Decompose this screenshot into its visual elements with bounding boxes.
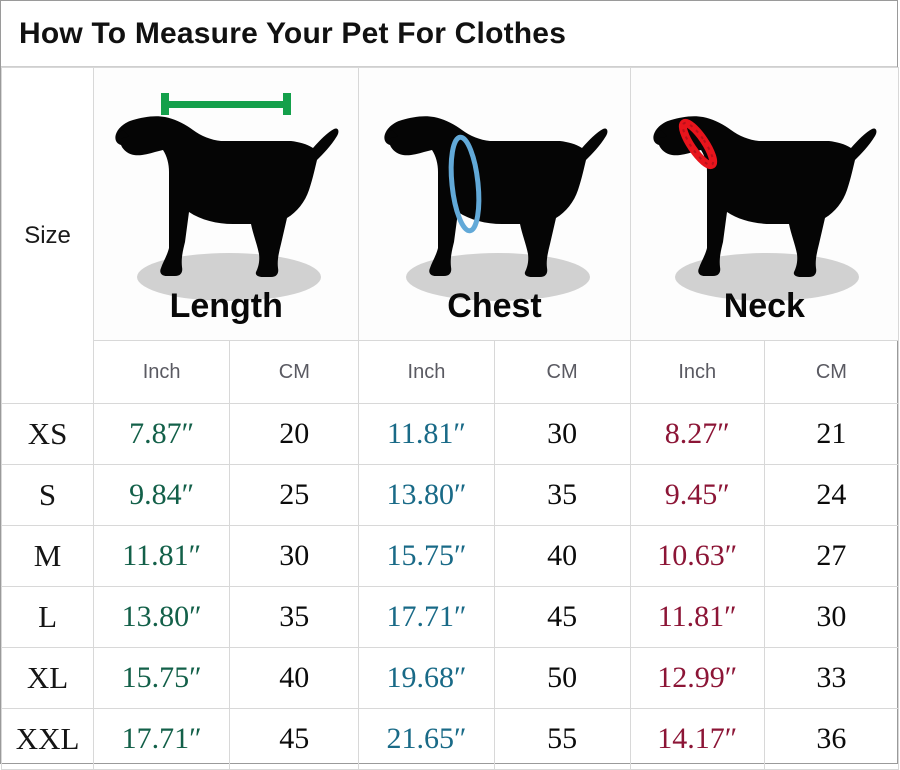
dog-silhouette-neck-icon [653, 116, 877, 301]
length-cm-value: 20 [229, 403, 360, 465]
chest-cm-value: 55 [493, 708, 631, 770]
size-chart-table: Size Length Chest Neck Inch CM Inch CM I… [0, 67, 900, 770]
chest-cm-value: 45 [493, 586, 631, 648]
size-label: XS [0, 403, 95, 465]
dog-silhouette-chest-icon [383, 116, 607, 301]
table-row: XL 15.75″ 40 19.68″ 50 12.99″ 33 [0, 647, 900, 709]
unit-header-neck-inch: Inch [629, 340, 765, 404]
length-cm-value: 30 [229, 525, 360, 587]
length-cm-value: 45 [229, 708, 360, 770]
length-inch-value: 11.81″ [93, 525, 231, 587]
chest-cm-value: 30 [493, 403, 631, 465]
length-inch-value: 17.71″ [93, 708, 231, 770]
diagram-length: Length [94, 68, 358, 340]
length-cm-value: 35 [229, 586, 360, 648]
neck-cm-value: 33 [763, 647, 900, 709]
chest-inch-value: 17.71″ [358, 586, 495, 648]
size-label: L [0, 586, 95, 648]
length-cm-value: 25 [229, 464, 360, 526]
size-label: XL [0, 647, 95, 709]
neck-inch-value: 12.99″ [629, 647, 765, 709]
dog-body-path [383, 116, 607, 277]
neck-inch-value: 8.27″ [629, 403, 765, 465]
length-inch-value: 7.87″ [93, 403, 231, 465]
table-row: XS 7.87″ 20 11.81″ 30 8.27″ 21 [0, 403, 900, 465]
diagram-chest: Chest [359, 68, 629, 340]
chest-cm-value: 50 [493, 647, 631, 709]
unit-header-chest-inch: Inch [358, 340, 495, 404]
diagram-neck: Neck [631, 68, 898, 340]
chest-inch-value: 21.65″ [358, 708, 495, 770]
unit-header-length-cm: CM [229, 340, 360, 404]
unit-header-neck-cm: CM [763, 340, 900, 404]
table-row: XXL 17.71″ 45 21.65″ 55 14.17″ 36 [0, 708, 900, 770]
page-title: How To Measure Your Pet For Clothes [19, 16, 567, 50]
table-row: L 13.80″ 35 17.71″ 45 11.81″ 30 [0, 586, 900, 648]
size-chart-frame: How To Measure Your Pet For Clothes Size [0, 0, 900, 770]
diagram-row: Size Length Chest Neck [0, 67, 900, 404]
chest-cm-value: 40 [493, 525, 631, 587]
chest-inch-value: 15.75″ [358, 525, 495, 587]
unit-header-length-inch: Inch [93, 340, 231, 404]
diagram-cell-neck: Neck [629, 67, 900, 341]
chart-title-bar: How To Measure Your Pet For Clothes [1, 1, 897, 67]
size-column-header: Size [0, 67, 95, 404]
neck-cm-value: 30 [763, 586, 900, 648]
chest-inch-value: 11.81″ [358, 403, 495, 465]
length-inch-value: 15.75″ [93, 647, 231, 709]
neck-cm-value: 24 [763, 464, 900, 526]
neck-inch-value: 10.63″ [629, 525, 765, 587]
length-cm-value: 40 [229, 647, 360, 709]
unit-header-chest-cm: CM [493, 340, 631, 404]
neck-cm-value: 21 [763, 403, 900, 465]
diagram-cell-length: Length [93, 67, 360, 341]
neck-inch-value: 11.81″ [629, 586, 765, 648]
chest-cm-value: 35 [493, 464, 631, 526]
length-inch-value: 9.84″ [93, 464, 231, 526]
chest-inch-value: 19.68″ [358, 647, 495, 709]
dog-silhouette-length-icon [115, 93, 339, 301]
size-label: XXL [0, 708, 95, 770]
length-measure-marker [161, 93, 292, 115]
unit-header-row: Inch CM Inch CM Inch CM [2, 340, 900, 404]
length-inch-value: 13.80″ [93, 586, 231, 648]
table-row: S 9.84″ 25 13.80″ 35 9.45″ 24 [0, 464, 900, 526]
neck-cm-value: 27 [763, 525, 900, 587]
dog-body-path [115, 116, 339, 277]
neck-inch-value: 14.17″ [629, 708, 765, 770]
chest-inch-value: 13.80″ [358, 464, 495, 526]
table-row: M 11.81″ 30 15.75″ 40 10.63″ 27 [0, 525, 900, 587]
neck-cm-value: 36 [763, 708, 900, 770]
size-label: S [0, 464, 95, 526]
neck-inch-value: 9.45″ [629, 464, 765, 526]
size-label: M [0, 525, 95, 587]
diagram-cell-chest: Chest [358, 67, 631, 341]
